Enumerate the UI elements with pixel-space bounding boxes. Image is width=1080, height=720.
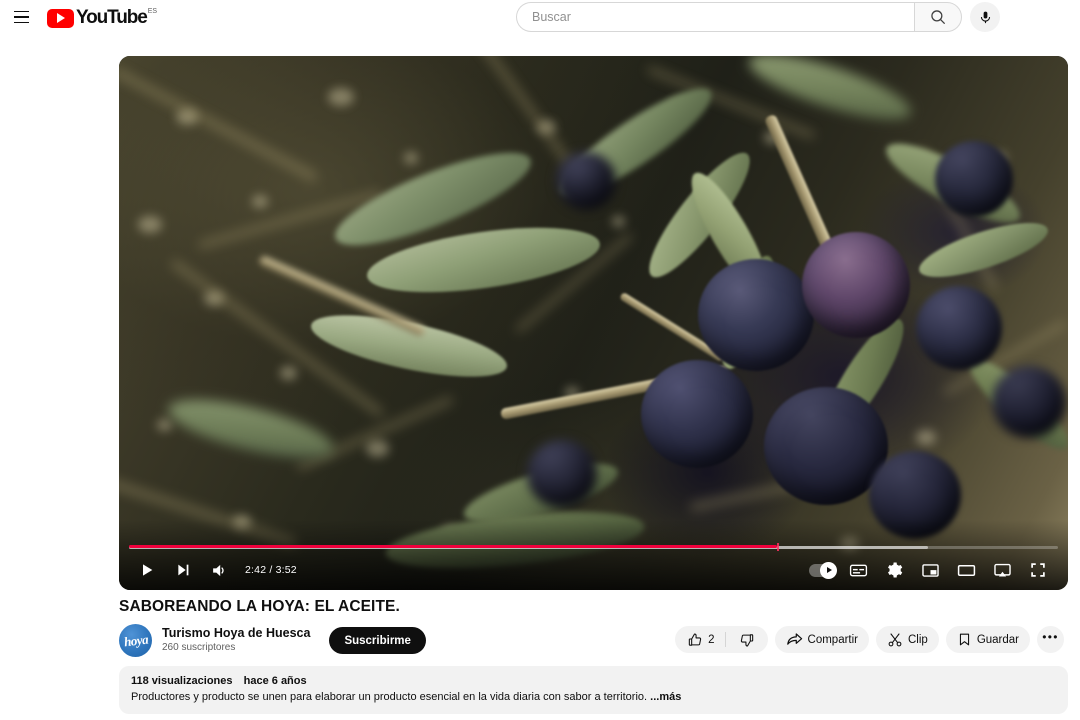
share-button[interactable]: Compartir [774,626,869,653]
like-count: 2 [708,633,715,646]
subscribe-button[interactable]: Suscribirme [329,627,426,654]
youtube-logo[interactable]: YouTube ES [47,7,157,28]
description-text: Productores y producto se unen para elab… [131,691,648,703]
description-text-row: Productores y producto se unen para elab… [131,691,1056,703]
player-controls: 2:42 / 3:52 [119,550,1068,590]
scissors-icon [888,632,902,646]
save-button[interactable]: Guardar [945,626,1030,653]
gear-icon [888,562,903,578]
masthead: YouTube ES [0,0,1080,34]
description-box[interactable]: 118 visualizaciones hace 6 años Producto… [119,666,1068,714]
save-label: Guardar [976,633,1019,646]
progress-played [129,545,778,549]
youtube-country-code: ES [147,7,158,15]
channel-text-block: Turismo Hoya de Huesca 260 suscriptores [162,626,310,655]
avatar[interactable]: hoya [119,624,152,657]
like-button[interactable]: 2 [675,632,724,648]
youtube-logo-text: YouTube [76,6,148,28]
show-more-link[interactable]: ...más [650,691,681,703]
autoplay-knob [819,561,837,579]
channel-name[interactable]: Turismo Hoya de Huesca [162,626,310,641]
video-title: SABOREANDO LA HOYA: EL ACEITE. [119,598,400,615]
theater-mode-button[interactable] [948,552,984,588]
clip-button[interactable]: Clip [876,626,939,653]
time-display: 2:42 / 3:52 [245,564,297,576]
cast-icon [993,563,1011,576]
search-button[interactable] [914,2,962,32]
cast-button[interactable] [984,552,1020,588]
view-count: 118 visualizaciones [131,675,233,687]
bookmark-icon [959,633,969,646]
next-track-icon [178,564,189,576]
avatar-label: hoya [122,631,149,649]
video-player[interactable]: 2:42 / 3:52 [119,56,1068,590]
thumbs-down-icon [740,633,753,647]
player-controls-left: 2:42 / 3:52 [119,552,297,588]
fullscreen-icon [1031,563,1045,577]
video-frame [119,56,1068,590]
theater-mode-icon [957,564,975,576]
youtube-play-icon [47,8,74,28]
play-icon [143,564,153,576]
search-icon [931,10,945,24]
hamburger-menu-icon[interactable] [8,4,34,30]
more-actions-button[interactable]: ••• [1037,626,1064,653]
description-meta: 118 visualizaciones hace 6 años [131,675,1056,687]
channel-owner-row: hoya Turismo Hoya de Huesca 260 suscript… [119,624,426,657]
search-input[interactable] [532,10,892,24]
miniplayer-icon [921,563,939,577]
video-actions-row: 2 Compartir Clip Guardar ••• [675,626,1064,653]
subtitles-button[interactable] [840,552,876,588]
play-button[interactable] [129,552,165,588]
search-area [516,2,1000,32]
clip-label: Clip [908,633,928,646]
autoplay-toggle-icon [808,561,837,579]
like-dislike-group: 2 [675,626,768,653]
search-box[interactable] [516,2,914,32]
dislike-button[interactable] [726,632,768,648]
volume-button[interactable] [201,552,237,588]
next-video-button[interactable] [165,552,201,588]
publish-date: hace 6 años [243,675,307,687]
voice-search-button[interactable] [970,2,1000,32]
volume-icon [212,564,224,576]
microphone-icon [980,11,990,23]
subscriber-count: 260 suscriptores [162,642,236,653]
share-label: Compartir [807,633,858,646]
thumbs-up-icon [688,632,702,646]
autoplay-toggle[interactable] [804,552,840,588]
miniplayer-button[interactable] [912,552,948,588]
player-controls-right [804,552,1068,588]
share-arrow-icon [786,633,802,645]
fullscreen-button[interactable] [1020,552,1056,588]
olive-fruits [119,56,1068,590]
subtitles-icon [849,564,867,576]
settings-button[interactable] [876,552,912,588]
progress-bar[interactable] [129,543,1058,551]
